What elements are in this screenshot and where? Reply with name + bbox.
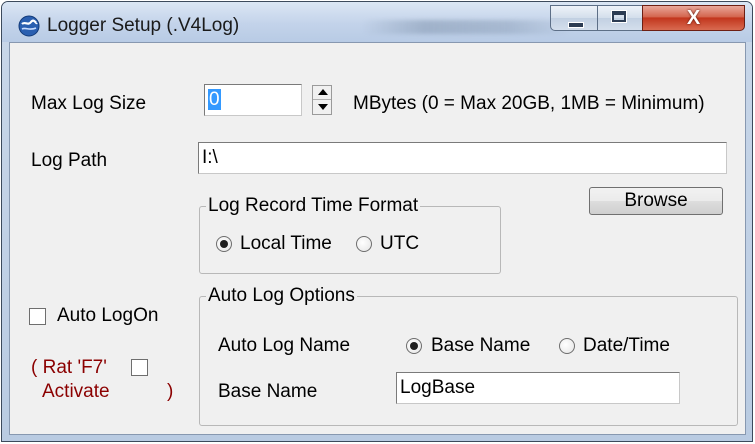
logger-setup-window: Logger Setup (.V4Log) X Max Log Size 0 M… (1, 1, 753, 442)
browse-button[interactable]: Browse (589, 187, 723, 215)
auto-log-options-title: Auto Log Options (206, 285, 357, 307)
maximize-button[interactable] (597, 5, 643, 31)
minimize-icon (568, 22, 584, 28)
base-name-input[interactable] (396, 372, 680, 404)
auto-logon-label[interactable]: Auto LogOn (57, 305, 158, 327)
max-log-size-value: 0 (208, 89, 221, 110)
utc-label[interactable]: UTC (380, 233, 419, 255)
local-time-radio[interactable] (216, 236, 232, 252)
auto-log-name-label: Auto Log Name (218, 335, 351, 356)
radio-selected-dot (220, 240, 228, 248)
base-name-label: Base Name (218, 381, 318, 402)
window-title: Logger Setup (.V4Log) (47, 15, 240, 36)
title-blur (362, 20, 572, 34)
hotkey-activate-checkbox[interactable] (131, 359, 148, 376)
spin-up-arrow-icon (318, 89, 328, 95)
close-icon: X (686, 7, 701, 29)
title-bar[interactable]: Logger Setup (.V4Log) X (2, 2, 752, 42)
spin-up-button[interactable] (313, 86, 331, 100)
hotkey-suffix: ) (167, 381, 174, 402)
utc-radio[interactable] (356, 236, 372, 252)
date-time-radio[interactable] (559, 338, 575, 354)
logger-globe-icon (18, 15, 40, 37)
minimize-button[interactable] (550, 5, 598, 31)
base-name-option-label[interactable]: Base Name (431, 335, 530, 357)
max-log-size-input[interactable]: 0 (204, 84, 302, 116)
hotkey-activate-label: Activate (42, 381, 110, 402)
date-time-option-label[interactable]: Date/Time (583, 335, 670, 357)
auto-logon-checkbox[interactable] (29, 308, 46, 325)
time-format-title: Log Record Time Format (206, 195, 421, 217)
max-log-size-label: Max Log Size (31, 93, 147, 114)
radio-selected-dot (410, 342, 418, 350)
hotkey-prefix: ( Rat 'F7' (31, 357, 107, 378)
dialog-client-area: Max Log Size 0 MBytes (0 = Max 20GB, 1MB… (9, 42, 746, 435)
auto-log-options-group: Auto Log Options (199, 285, 738, 426)
base-name-radio[interactable] (406, 338, 422, 354)
log-path-input[interactable] (198, 142, 727, 174)
local-time-label[interactable]: Local Time (240, 233, 332, 255)
max-log-size-hint: MBytes (0 = Max 20GB, 1MB = Minimum) (353, 93, 705, 114)
spin-down-button[interactable] (313, 100, 331, 114)
spin-down-arrow-icon (318, 104, 328, 110)
log-path-label: Log Path (31, 150, 108, 171)
close-button[interactable]: X (642, 5, 745, 31)
maximize-icon (611, 10, 627, 23)
max-log-size-spinner[interactable] (312, 85, 332, 115)
